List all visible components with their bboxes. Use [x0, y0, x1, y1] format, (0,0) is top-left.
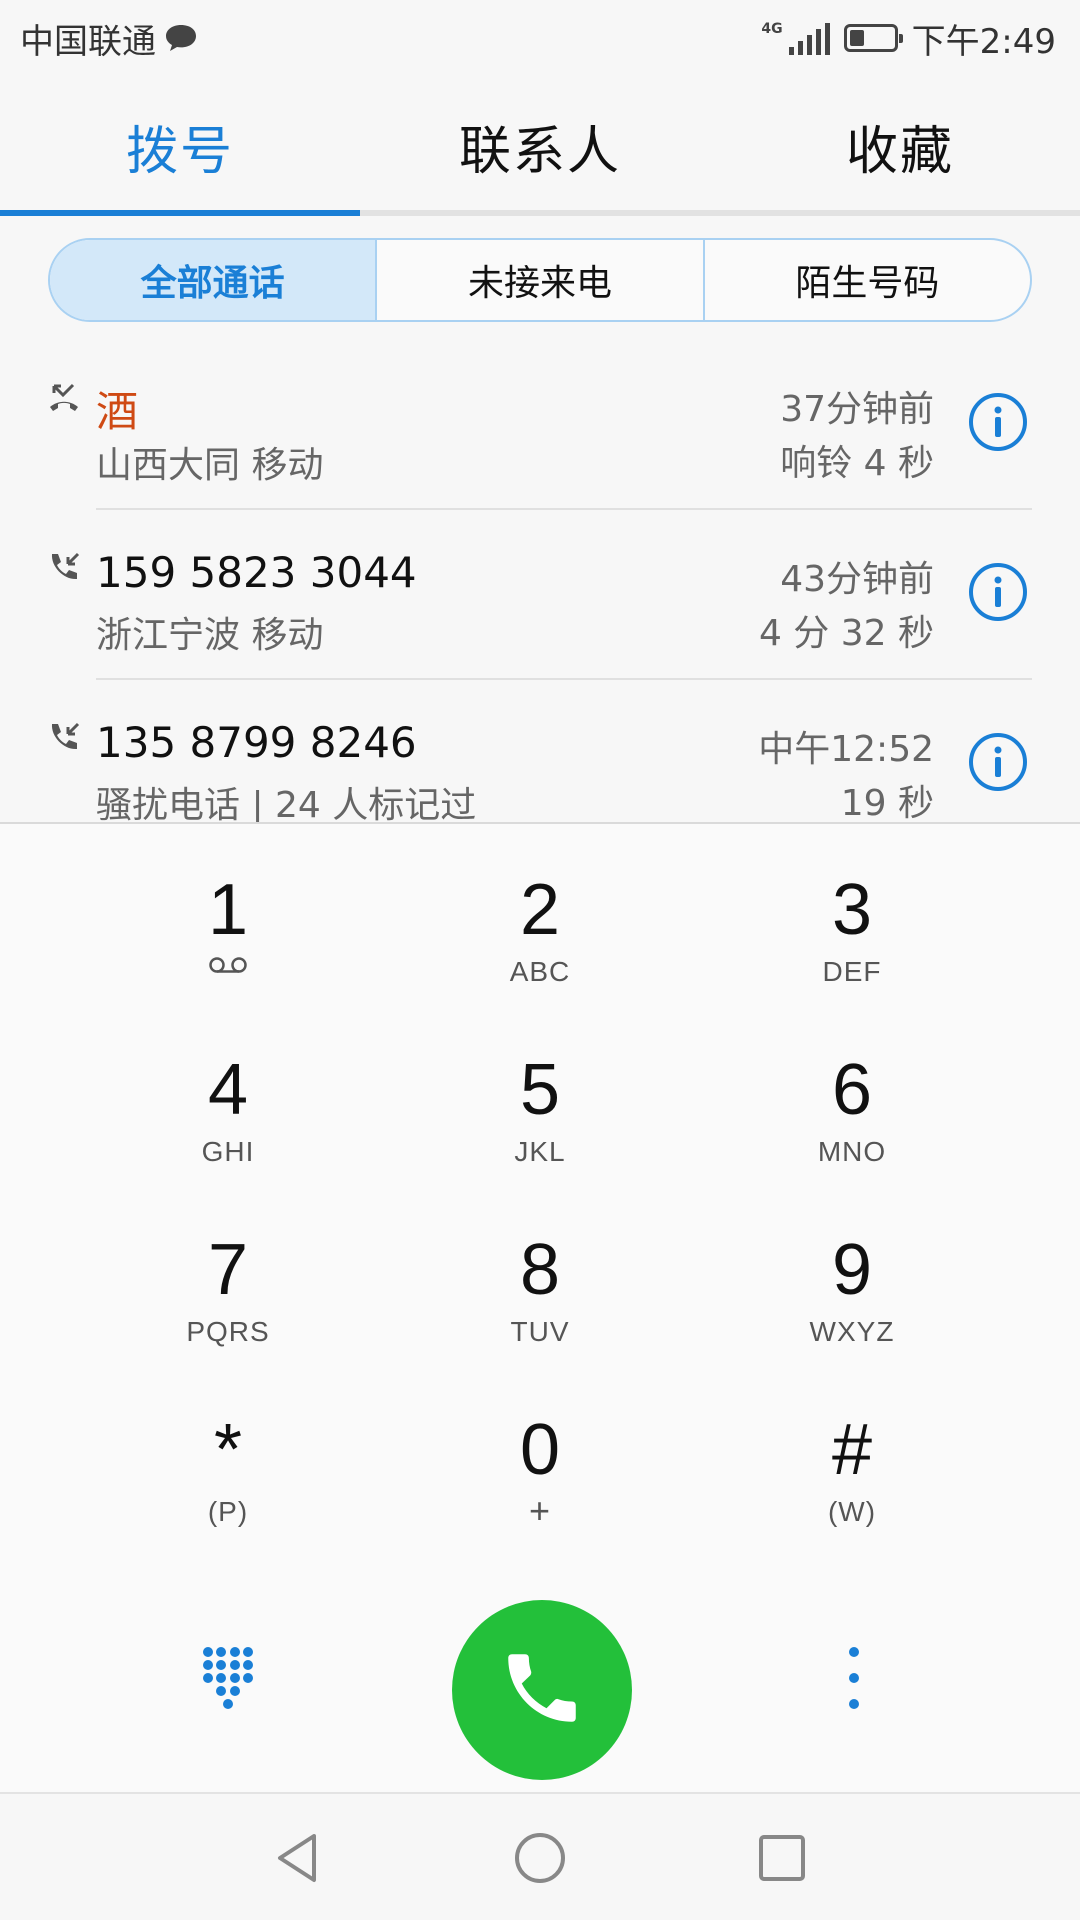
- filter-all-calls[interactable]: 全部通话: [50, 240, 376, 320]
- call-log-row[interactable]: 159 5823 3044 浙江宁波 移动 43分钟前 4 分 32 秒: [0, 510, 1080, 680]
- tab-contacts[interactable]: 联系人: [360, 76, 720, 216]
- filter-unknown-numbers[interactable]: 陌生号码: [702, 240, 1030, 320]
- network-type: 4G: [761, 21, 783, 37]
- key-letters: JKL: [514, 1136, 566, 1167]
- battery-icon: [843, 24, 903, 52]
- call-log-row[interactable]: 135 8799 8246 骚扰电话 | 24 人标记过 中午12:52 19 …: [0, 680, 1080, 824]
- call-log-row[interactable]: 酒 山西大同 移动 37分钟前 响铃 4 秒: [0, 340, 1080, 510]
- tab-favorites[interactable]: 收藏: [720, 76, 1080, 216]
- dial-key-7[interactable]: 7 PQRS: [72, 1184, 384, 1364]
- call-info-icon[interactable]: [968, 392, 1028, 452]
- call-log: 酒 山西大同 移动 37分钟前 响铃 4 秒 159 5823 3044 浙江宁…: [0, 340, 1080, 824]
- key-digit: 8: [519, 1230, 561, 1310]
- status-clock: 下午2:49: [911, 21, 1056, 62]
- key-letters: ABC: [509, 956, 571, 987]
- key-digit: *: [213, 1410, 243, 1490]
- system-nav-bar: [0, 1792, 1080, 1920]
- key-letters: GHI: [201, 1136, 255, 1167]
- dial-key-4[interactable]: 4 GHI: [72, 1004, 384, 1184]
- key-digit: 6: [831, 1050, 873, 1130]
- dial-key-6[interactable]: 6 MNO: [696, 1004, 1008, 1184]
- call-duration: 4 分 32 秒: [758, 613, 934, 654]
- signal-strength-icon: 4G: [761, 21, 830, 55]
- dial-key-9[interactable]: 9 WXYZ: [696, 1184, 1008, 1364]
- filter-missed-calls[interactable]: 未接来电: [375, 240, 702, 320]
- more-options-icon[interactable]: [840, 1642, 868, 1714]
- call-button[interactable]: [452, 1600, 632, 1780]
- key-digit: 7: [207, 1230, 249, 1310]
- key-letters: +: [528, 1490, 552, 1531]
- dial-key-star[interactable]: * (P): [72, 1364, 384, 1544]
- call-info-icon[interactable]: [968, 732, 1028, 792]
- carrier-name: 中国联通: [20, 21, 156, 62]
- dial-key-8[interactable]: 8 TUV: [384, 1184, 696, 1364]
- dial-key-0[interactable]: 0 +: [384, 1364, 696, 1544]
- incoming-call-icon: [46, 720, 82, 756]
- dialpad-toggle-icon[interactable]: [202, 1646, 254, 1710]
- call-filter: 全部通话 未接来电 陌生号码: [48, 238, 1032, 322]
- dial-key-hash[interactable]: # (W): [696, 1364, 1008, 1544]
- call-time: 37分钟前: [780, 389, 934, 430]
- key-letters: (W): [827, 1496, 877, 1527]
- dial-key-3[interactable]: 3 DEF: [696, 824, 1008, 1004]
- dial-key-5[interactable]: 5 JKL: [384, 1004, 696, 1184]
- battery-fill: [849, 30, 865, 46]
- key-digit: 2: [519, 870, 561, 950]
- call-time: 中午12:52: [758, 729, 934, 770]
- key-digit: 5: [519, 1050, 561, 1130]
- caller-number: 159 5823 3044: [96, 548, 417, 597]
- missed-call-icon: [46, 380, 82, 416]
- status-right: 4G 下午2:49: [761, 14, 1056, 63]
- key-digit: 9: [831, 1230, 873, 1310]
- dialpad: 1 2 ABC 3 DEF 4 GHI 5 JKL 6 MNO 7 PQRS 8…: [0, 824, 1080, 1792]
- call-duration: 响铃 4 秒: [780, 443, 934, 484]
- key-digit: 4: [207, 1050, 249, 1130]
- dial-key-1[interactable]: 1: [72, 824, 384, 1004]
- dial-action-row: [0, 1594, 1080, 1794]
- status-bar: 中国联通 4G 下午2:49: [0, 0, 1080, 76]
- caller-location: 骚扰电话 | 24 人标记过: [96, 785, 477, 824]
- incoming-call-icon: [46, 550, 82, 586]
- key-digit: 1: [207, 870, 249, 950]
- back-icon[interactable]: [268, 1828, 328, 1892]
- status-left: 中国联通: [20, 14, 198, 63]
- key-digit: 0: [519, 1410, 561, 1490]
- dial-key-2[interactable]: 2 ABC: [384, 824, 696, 1004]
- key-letters: MNO: [817, 1136, 887, 1167]
- key-letters: TUV: [510, 1316, 570, 1347]
- key-digit: #: [831, 1410, 873, 1490]
- voicemail-icon: [208, 956, 248, 978]
- key-digit: 3: [831, 870, 873, 950]
- tab-track: [0, 210, 1080, 216]
- key-letters: WXYZ: [809, 1316, 895, 1347]
- dialpad-keys: 1 2 ABC 3 DEF 4 GHI 5 JKL 6 MNO 7 PQRS 8…: [0, 824, 1080, 1544]
- caller-location: 山西大同 移动: [96, 445, 324, 486]
- caller-location: 浙江宁波 移动: [96, 615, 324, 656]
- call-duration: 19 秒: [840, 783, 934, 824]
- call-info-icon[interactable]: [968, 562, 1028, 622]
- caller-name: 酒: [96, 387, 139, 436]
- home-icon[interactable]: [510, 1828, 570, 1892]
- key-letters: (P): [207, 1496, 249, 1527]
- call-time: 43分钟前: [780, 559, 934, 600]
- key-letters: DEF: [822, 956, 882, 987]
- tab-dial[interactable]: 拨号: [0, 76, 360, 216]
- caller-number: 135 8799 8246: [96, 718, 417, 767]
- recents-icon[interactable]: [752, 1828, 812, 1892]
- phone-icon: [497, 1643, 587, 1737]
- top-tabs: 拨号 联系人 收藏: [0, 76, 1080, 216]
- key-letters: PQRS: [186, 1316, 270, 1347]
- message-notification-icon: [164, 23, 198, 53]
- active-tab-indicator: [0, 210, 360, 216]
